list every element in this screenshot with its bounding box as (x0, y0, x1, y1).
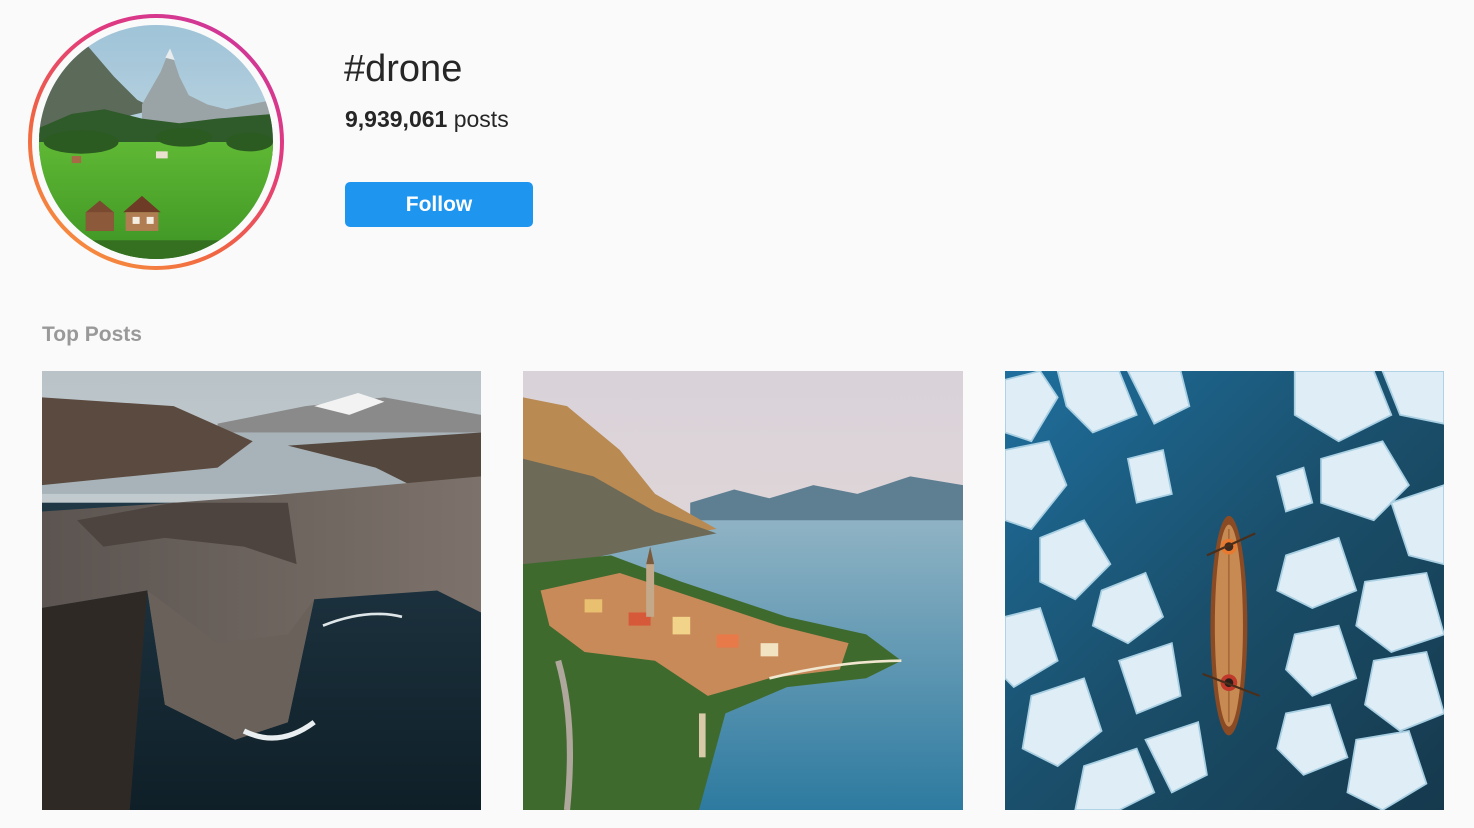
canoe-among-ice-image (1005, 371, 1444, 810)
lakeside-village-image (523, 371, 963, 810)
post-count-suffix: posts (453, 106, 509, 132)
hashtag-title: #drone (344, 48, 463, 90)
top-post-3[interactable] (1005, 371, 1444, 810)
alpine-meadow-image (39, 25, 273, 259)
top-post-1[interactable] (42, 371, 481, 810)
follow-button[interactable]: Follow (345, 182, 533, 227)
top-post-2[interactable] (523, 371, 963, 810)
hashtag-avatar[interactable] (39, 25, 273, 259)
hashtag-avatar-story-ring[interactable] (28, 14, 284, 270)
top-posts-heading: Top Posts (42, 323, 142, 346)
post-count: 9,939,061 posts (345, 104, 509, 134)
hashtag-page: #drone 9,939,061 posts Follow Top Posts (0, 0, 1474, 828)
post-count-number: 9,939,061 (345, 106, 448, 132)
sea-cliff-image (42, 371, 481, 810)
